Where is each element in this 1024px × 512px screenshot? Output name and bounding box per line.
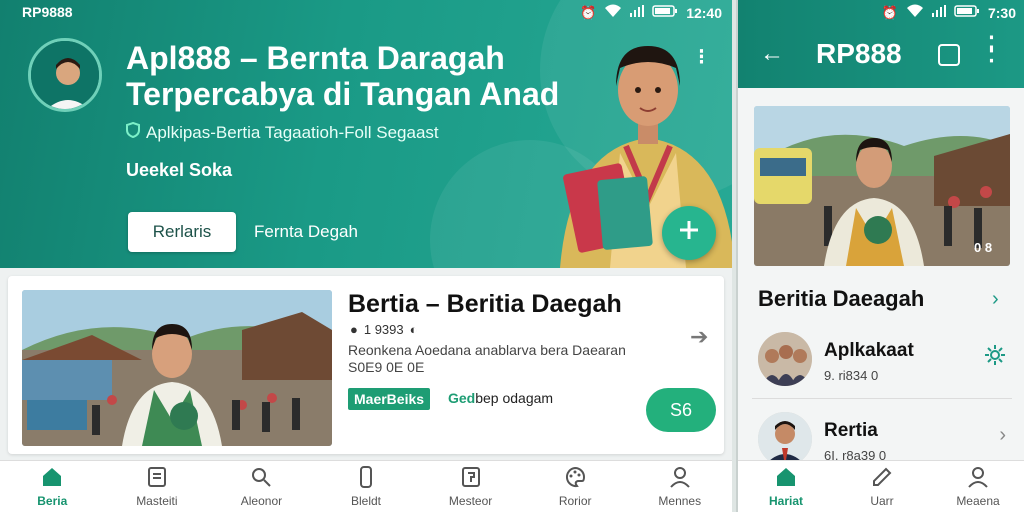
list-item-meta: 9. ri834 0: [824, 368, 879, 383]
nav-item-mennes[interactable]: Mennes: [627, 461, 732, 512]
hero-subtitle-row: Aplkipas-Bertia Tagaatioh-Foll Segaast: [126, 121, 439, 143]
alarm-icon: ⏰: [580, 4, 597, 20]
secondary-button[interactable]: Fernta Degah: [254, 212, 358, 252]
nav-item-hariat[interactable]: Hariat: [738, 461, 834, 512]
news-card[interactable]: Bertia – Beritia Daegah ● 1 9393 ◐ Reonk…: [8, 276, 724, 454]
right-screen: ⏰ 7:30 ← RP888 ⁚ ⁚ 0 8 Beritia Daeagah ›…: [736, 0, 1024, 512]
home-icon: [777, 468, 795, 486]
bottom-nav: Beria Masteiti Aleonor Bleldt Mesteor Ro…: [0, 460, 732, 512]
hero-subtitle: Aplkipas-Bertia Tagaatioh-Foll Segaast: [146, 122, 439, 142]
nav-item-bleldt[interactable]: Bleldt: [314, 461, 419, 512]
list-item-title: Rertia: [824, 420, 878, 441]
nav-item-rorior[interactable]: Rorior: [523, 461, 628, 512]
nav-label: Bleldt: [351, 494, 382, 508]
status-time: 7:30: [987, 4, 1016, 21]
wifi-icon: [604, 4, 622, 21]
nav-label: Aleonor: [240, 494, 283, 508]
news-tag-secondary: Gedbep odagam: [448, 390, 553, 406]
news-meta-row: ● 1 9393 ◐: [350, 322, 417, 337]
status-carrier: RP9888: [22, 4, 73, 20]
fab-plus-button[interactable]: [662, 206, 716, 260]
nav-label: Uarr: [870, 494, 894, 508]
eye-icon: ●: [350, 322, 358, 337]
news-tag[interactable]: MaerBeiks: [348, 388, 431, 410]
arrow-right-icon[interactable]: ➔: [690, 324, 708, 350]
news-image: [22, 290, 332, 446]
nav-item-masteiti[interactable]: Masteiti: [105, 461, 210, 512]
search-icon: [252, 468, 272, 487]
alarm-icon: ⏰: [881, 4, 898, 20]
home-icon: [43, 468, 62, 486]
status-icons: ⏰ 12:40: [580, 4, 722, 21]
battery-icon: [652, 5, 678, 20]
nav-label: Beria: [37, 494, 68, 508]
bottom-nav: Hariat Uarr Meaena: [738, 460, 1024, 512]
top-app-bar: ⏰ 7:30 ← RP888 ⁚ ⁚: [738, 0, 1024, 88]
profile-avatar[interactable]: [28, 38, 102, 112]
news-title[interactable]: Bertia – Beritia Daegah: [348, 290, 622, 319]
signal-icon: [931, 5, 946, 20]
bookmark-icon[interactable]: [938, 44, 960, 66]
settings-icon[interactable]: [984, 344, 1006, 372]
wifi-icon: [906, 4, 924, 21]
chevron-right-icon[interactable]: ›: [999, 424, 1006, 447]
phone-icon: [360, 466, 373, 488]
count-pill-button[interactable]: S6: [646, 388, 716, 432]
list-item-title: Aplkakaat: [824, 340, 914, 361]
left-screen: RP9888 ⏰ 12:40 Apl888 – Bernta Daragah T…: [0, 0, 732, 512]
shield-icon: [126, 121, 140, 143]
nav-label: Mesteor: [448, 494, 493, 508]
info-icon: ◐: [409, 322, 418, 337]
profile-icon: [968, 467, 988, 488]
list-item[interactable]: Aplkakaat 9. ri834 0: [752, 330, 1012, 392]
status-time: 12:40: [686, 4, 722, 21]
hero-title: Apl888 – Bernta Daragah Terpercabya di T…: [126, 40, 560, 112]
divider: [752, 398, 1012, 399]
nav-item-beria[interactable]: Beria: [0, 461, 105, 512]
nav-item-meaena[interactable]: Meaena: [930, 461, 1024, 512]
plus-icon: [678, 219, 700, 248]
more-vert-icon[interactable]: ⁚ ⁚: [988, 34, 995, 66]
app-title: RP888: [816, 38, 902, 69]
nav-label: Rorior: [558, 494, 592, 508]
nav-label: Meaena: [956, 494, 1000, 508]
list-icon: [147, 467, 166, 487]
nav-label: Mennes: [658, 494, 702, 508]
back-arrow-icon[interactable]: ←: [760, 40, 784, 68]
edit-icon: [873, 467, 892, 486]
hero-banner: RP9888 ⏰ 12:40 Apl888 – Bernta Daragah T…: [0, 0, 732, 268]
news-description: Reonkena Aoedana anablarva bera Daearan …: [348, 342, 626, 375]
nav-item-aleonor[interactable]: Aleonor: [209, 461, 314, 512]
chevron-right-icon[interactable]: ›: [992, 288, 999, 311]
section-title: Beritia Daeagah: [758, 286, 925, 311]
nav-label: Hariat: [768, 494, 803, 508]
avatar: [758, 332, 812, 386]
nav-item-mesteor[interactable]: Mesteor: [418, 461, 523, 512]
news-tag-secondary-b: bep odagam: [475, 390, 554, 406]
featured-image[interactable]: [754, 106, 1010, 266]
primary-button[interactable]: Rerlaris: [128, 212, 236, 252]
hero-tagline: Ueekel Soka: [126, 160, 233, 180]
signal-icon: [630, 5, 645, 20]
avatar: [758, 412, 812, 466]
news-tag-secondary-a: Ged: [448, 390, 476, 406]
profile-icon: [670, 467, 690, 488]
nav-label: Masteiti: [136, 494, 178, 508]
palette-icon: [566, 466, 586, 488]
nav-item-uarr[interactable]: Uarr: [834, 461, 930, 512]
battery-icon: [954, 5, 980, 20]
edit-icon: [461, 467, 480, 487]
status-icons: ⏰ 7:30: [882, 4, 1016, 21]
image-badge: 0 8: [974, 240, 993, 255]
news-meta: 1 9393: [363, 322, 404, 337]
